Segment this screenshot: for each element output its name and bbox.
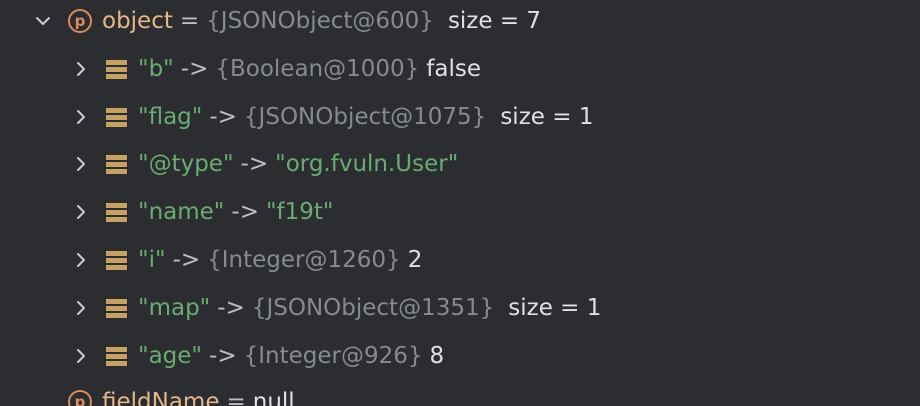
- chevron-right-icon[interactable]: [68, 247, 94, 273]
- tree-row-map[interactable]: "map" -> {JSONObject@1351} size = 1: [0, 288, 601, 328]
- tree-row-b[interactable]: "b" -> {Boolean@1000} false: [0, 49, 481, 89]
- entry-arrow: ->: [209, 104, 237, 130]
- entry-arrow: ->: [172, 247, 201, 273]
- tree-row-age[interactable]: "age" -> {Integer@926} 8: [0, 336, 444, 376]
- chevron-right-icon[interactable]: [68, 199, 94, 225]
- entry-key: "@type": [138, 151, 234, 177]
- chevron-right-icon[interactable]: [68, 104, 94, 130]
- map-entry-icon: [106, 202, 127, 222]
- entry-reference: {Integer@926}: [243, 343, 423, 369]
- entry-value: "f19t": [265, 199, 334, 225]
- map-entry-icon: [106, 59, 127, 79]
- entry-arrow: ->: [240, 151, 269, 177]
- entry-key: "name": [138, 199, 225, 225]
- debugger-variables-tree: p object = {JSONObject@600} size = 7 "b"…: [0, 0, 920, 406]
- entry-key: "map": [138, 295, 211, 321]
- entry-arrow: ->: [180, 56, 209, 82]
- chevron-right-icon[interactable]: [68, 343, 94, 369]
- map-entry-icon: [106, 346, 127, 366]
- entry-size: size = 1: [500, 104, 594, 130]
- entry-key: "age": [138, 343, 203, 369]
- variable-name: object: [102, 8, 173, 34]
- tree-row-fieldName[interactable]: p fieldName = null: [0, 382, 295, 406]
- entry-reference: {JSONObject@1075}: [243, 104, 487, 130]
- tree-row-object[interactable]: p object = {JSONObject@600} size = 7: [0, 1, 541, 41]
- entry-arrow: ->: [217, 295, 245, 321]
- variable-name: fieldName: [102, 389, 220, 406]
- object-reference: {JSONObject@600}: [206, 8, 434, 34]
- map-entry-icon: [106, 154, 127, 174]
- entry-value: 2: [407, 247, 423, 273]
- entry-reference: {JSONObject@1351}: [251, 295, 495, 321]
- entry-key: "i": [138, 247, 166, 273]
- tree-row-flag[interactable]: "flag" -> {JSONObject@1075} size = 1: [0, 97, 593, 137]
- entry-reference: {Integer@1260}: [207, 247, 401, 273]
- variable-value: null: [252, 389, 295, 406]
- entry-key: "b": [138, 56, 174, 82]
- equals-sign: =: [179, 8, 200, 34]
- chevron-down-icon[interactable]: [30, 8, 56, 34]
- tree-row-i[interactable]: "i" -> {Integer@1260} 2: [0, 240, 422, 280]
- map-entry-icon: [106, 107, 127, 127]
- entry-value: 8: [429, 343, 445, 369]
- chevron-right-icon[interactable]: [68, 56, 94, 82]
- entry-size: size = 1: [508, 295, 602, 321]
- entry-reference: {Boolean@1000}: [215, 56, 420, 82]
- tree-row-name[interactable]: "name" -> "f19t": [0, 192, 334, 232]
- chevron-right-icon[interactable]: [68, 295, 94, 321]
- property-p-icon: p: [68, 390, 92, 406]
- chevron-right-icon[interactable]: [68, 151, 94, 177]
- entry-key: "flag": [138, 104, 203, 130]
- map-entry-icon: [106, 250, 127, 270]
- tree-row-type[interactable]: "@type" -> "org.fvuln.User": [0, 144, 458, 184]
- size-value: size = 7: [447, 8, 542, 34]
- entry-arrow: ->: [209, 343, 237, 369]
- entry-arrow: ->: [231, 199, 259, 225]
- entry-value: false: [426, 56, 481, 82]
- entry-value: "org.fvuln.User": [275, 151, 459, 177]
- map-entry-icon: [106, 298, 127, 318]
- property-p-icon: p: [68, 9, 92, 33]
- equals-sign: =: [226, 389, 246, 406]
